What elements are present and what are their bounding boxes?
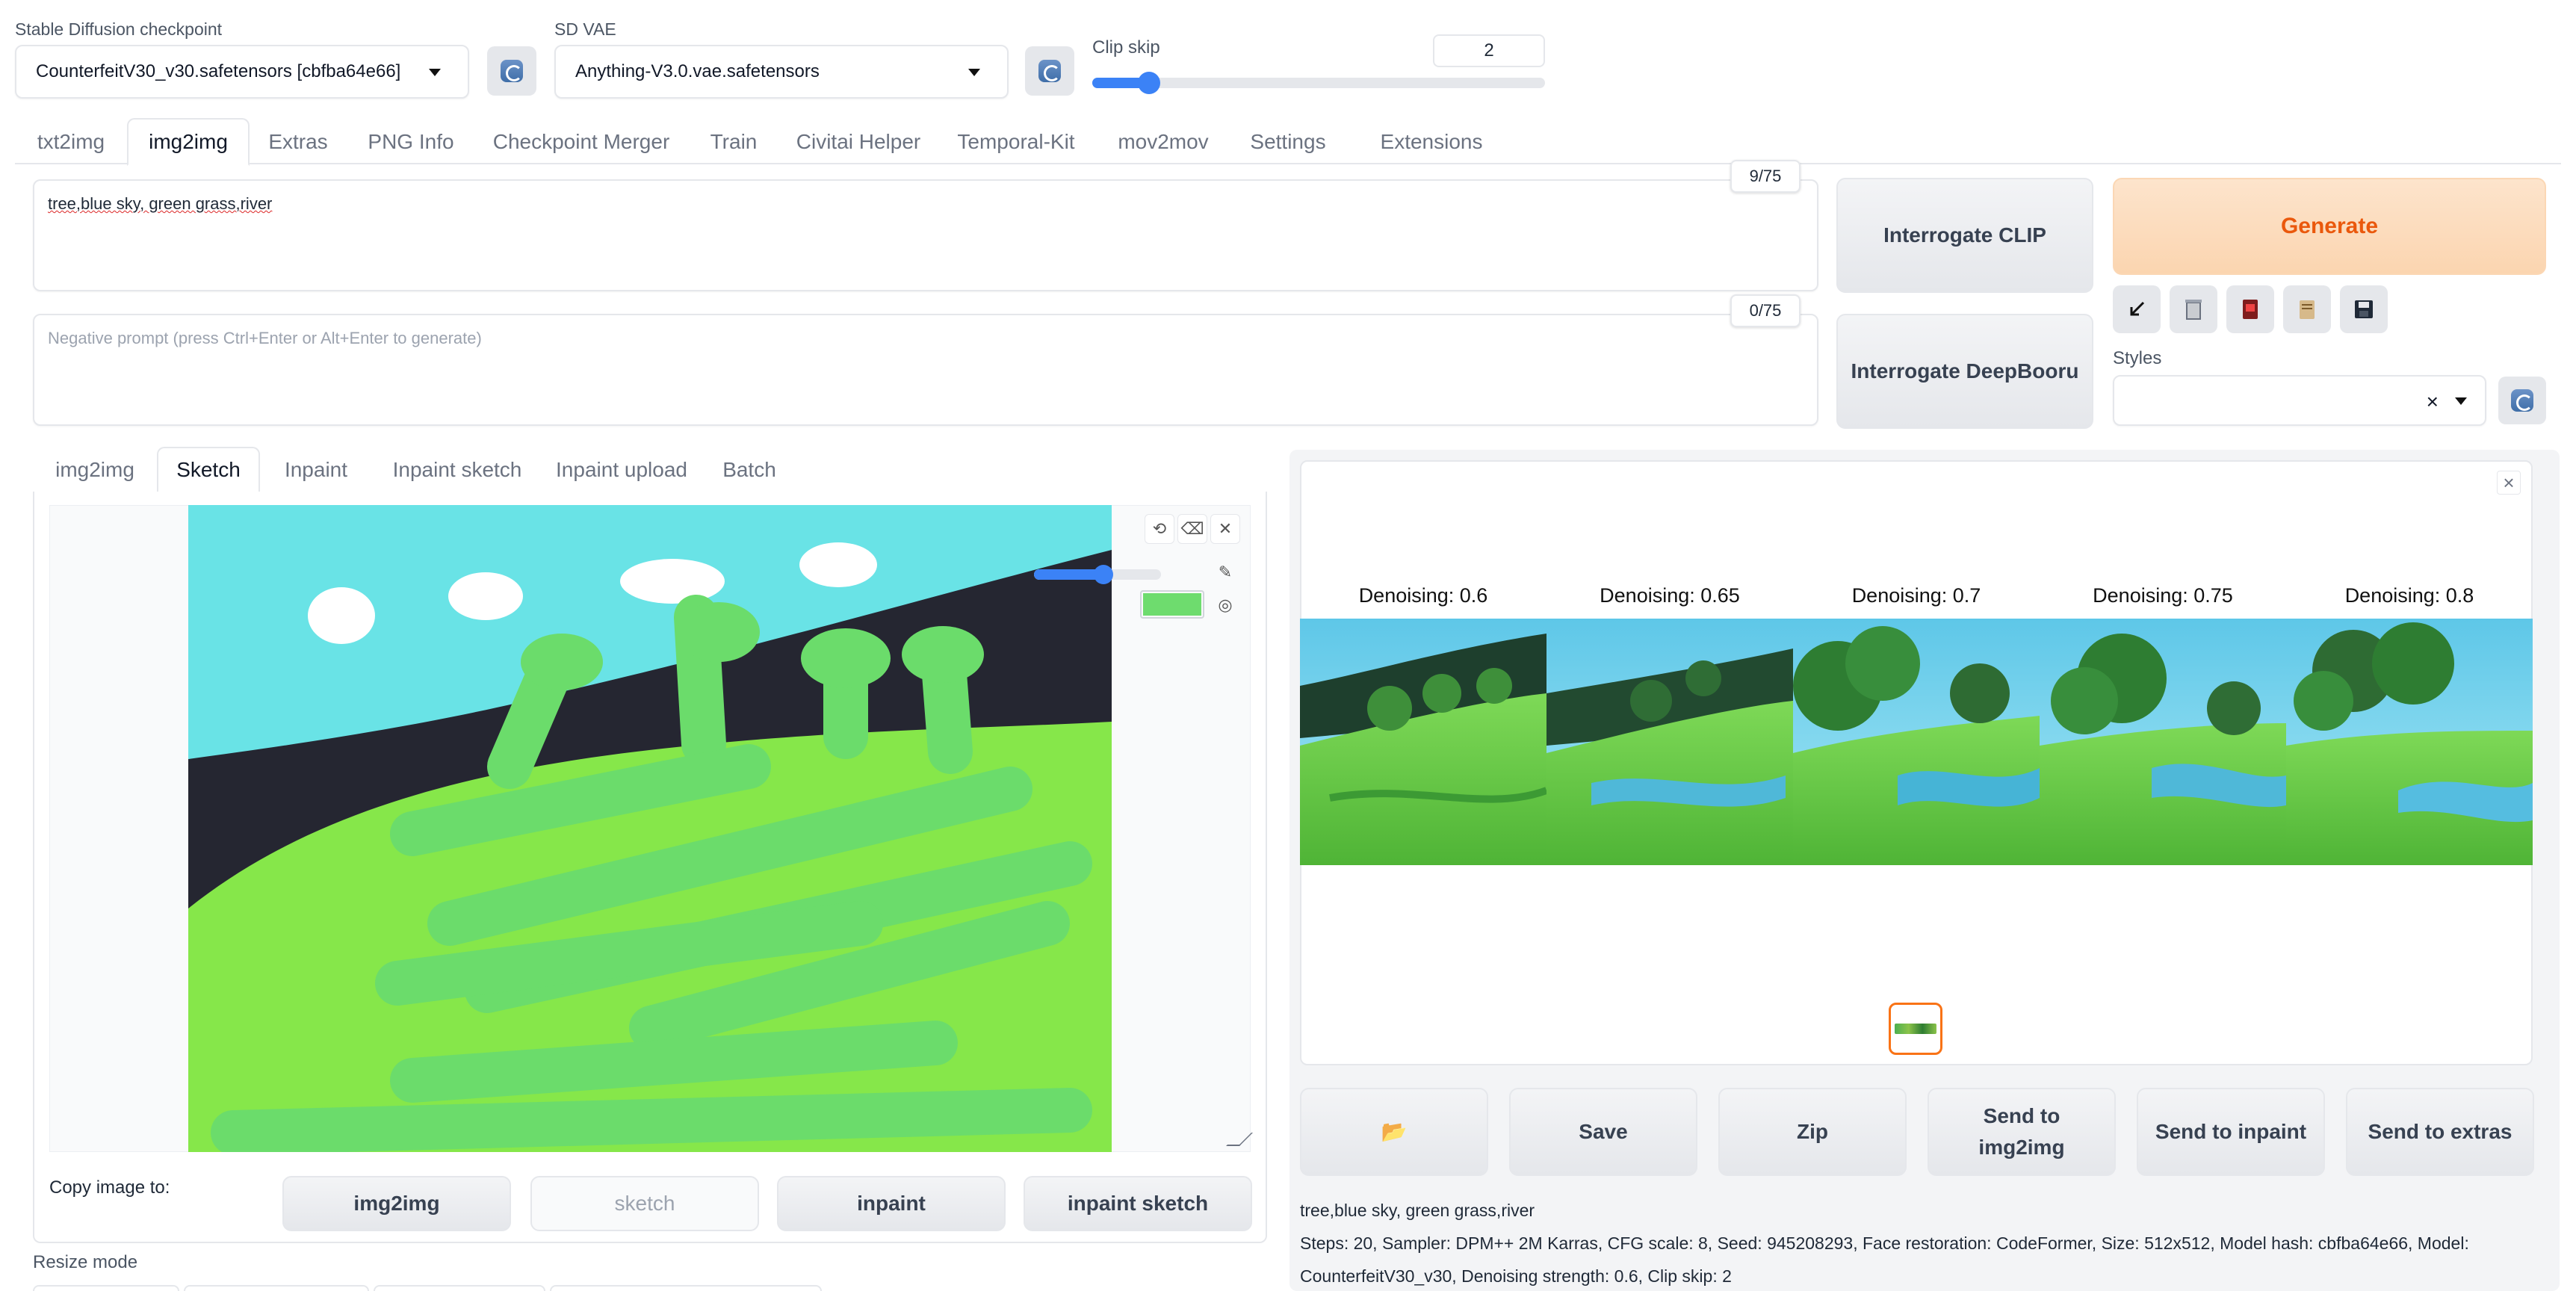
- copy-to-img2img-button[interactable]: img2img: [282, 1176, 511, 1231]
- checkpoint-select[interactable]: CounterfeitV30_v30.safetensors [cbfba64e…: [15, 45, 469, 99]
- grid-label: Denoising: 0.6: [1358, 584, 1488, 607]
- palette-icon[interactable]: ◎: [1210, 590, 1240, 620]
- clip-skip-slider[interactable]: [1092, 72, 1545, 94]
- tab-mov2mov[interactable]: mov2mov: [1095, 118, 1231, 166]
- close-gallery-icon[interactable]: ×: [2497, 471, 2521, 495]
- styles-label: Styles: [2113, 348, 2162, 368]
- copy-to-sketch-button[interactable]: sketch: [530, 1176, 759, 1231]
- brush-icon[interactable]: ✎: [1210, 557, 1240, 587]
- tab-img2img[interactable]: img2img: [127, 118, 250, 166]
- send-to-img2img-button[interactable]: Send to img2img: [1928, 1088, 2116, 1176]
- tab-png-info[interactable]: PNG Info: [347, 118, 475, 166]
- grid-label: Denoising: 0.65: [1600, 584, 1740, 607]
- folder-icon: 📂: [1381, 1120, 1408, 1143]
- vae-value: Anything-V3.0.vae.safetensors: [575, 61, 820, 81]
- save-button[interactable]: Save: [1509, 1088, 1697, 1176]
- vae-label: SD VAE: [554, 19, 616, 39]
- styles-select[interactable]: ×: [2113, 375, 2486, 426]
- brush-size-fill: [1034, 569, 1103, 580]
- save-icon[interactable]: [2340, 285, 2388, 333]
- subtab-img2img[interactable]: img2img: [33, 447, 157, 493]
- tab-civitai-helper[interactable]: Civitai Helper: [780, 118, 937, 166]
- resize-mode-label: Resize mode: [33, 1252, 138, 1272]
- chevron-down-icon: [429, 69, 441, 76]
- refresh-icon: [501, 60, 523, 82]
- eraser-icon[interactable]: ⌫: [1177, 514, 1207, 544]
- generate-button[interactable]: Generate: [2113, 178, 2546, 275]
- chevron-down-icon: [968, 69, 980, 76]
- tab-extensions[interactable]: Extensions: [1345, 118, 1518, 166]
- resize-mode-option[interactable]: [33, 1285, 179, 1291]
- tab-settings[interactable]: Settings: [1231, 118, 1345, 166]
- subtab-batch[interactable]: Batch: [701, 447, 798, 493]
- clip-skip-label: Clip skip: [1092, 37, 1160, 58]
- generation-info-prompt: tree,blue sky, green grass,river: [1300, 1201, 1535, 1220]
- gallery-thumbnail[interactable]: [1889, 1003, 1942, 1055]
- prompt-input[interactable]: tree,blue sky, green grass,river: [33, 179, 1818, 291]
- negative-token-counter: 0/75: [1730, 294, 1801, 327]
- clip-skip-handle[interactable]: [1137, 72, 1160, 94]
- copy-to-inpaint-sketch-button[interactable]: inpaint sketch: [1024, 1176, 1252, 1231]
- copy-image-label: Copy image to:: [49, 1177, 170, 1198]
- resize-mode-option[interactable]: [374, 1285, 545, 1291]
- subtab-inpaint-upload[interactable]: Inpaint upload: [542, 447, 701, 493]
- generation-info-params: Steps: 20, Sampler: DPM++ 2M Karras, CFG…: [1300, 1233, 2469, 1286]
- subtab-sketch[interactable]: Sketch: [157, 447, 260, 493]
- grid-label: Denoising: 0.7: [1851, 584, 1981, 607]
- thumbnail-image: [1895, 1024, 1936, 1034]
- send-to-extras-button[interactable]: Send to extras: [2346, 1088, 2534, 1176]
- clip-skip-input[interactable]: 2: [1433, 34, 1545, 67]
- resize-mode-option[interactable]: [550, 1285, 822, 1291]
- brush-color-fill: [1143, 593, 1201, 616]
- trash-icon[interactable]: [2170, 285, 2217, 333]
- brush-size-handle[interactable]: [1094, 565, 1113, 584]
- interrogate-deepbooru-button[interactable]: Interrogate DeepBooru: [1836, 314, 2093, 429]
- subtab-inpaint[interactable]: Inpaint: [260, 447, 372, 493]
- chevron-down-icon: [2455, 397, 2467, 405]
- refresh-styles-button[interactable]: [2498, 377, 2546, 424]
- tab-temporal-kit[interactable]: Temporal-Kit: [937, 118, 1095, 166]
- arrow-icon[interactable]: [2113, 285, 2161, 333]
- sketch-canvas[interactable]: [188, 505, 1112, 1152]
- clipboard-icon[interactable]: [2283, 285, 2331, 333]
- close-icon[interactable]: ✕: [1210, 514, 1240, 544]
- zip-button[interactable]: Zip: [1718, 1088, 1907, 1176]
- negative-prompt-input[interactable]: Negative prompt (press Ctrl+Enter or Alt…: [33, 314, 1818, 426]
- refresh-checkpoint-button[interactable]: [487, 46, 536, 96]
- prompt-token-counter: 9/75: [1730, 160, 1801, 193]
- copy-to-inpaint-button[interactable]: inpaint: [777, 1176, 1006, 1231]
- checkpoint-label: Stable Diffusion checkpoint: [15, 19, 223, 39]
- checkpoint-value: CounterfeitV30_v30.safetensors [cbfba64e…: [36, 61, 401, 81]
- tab-train[interactable]: Train: [687, 118, 780, 166]
- refresh-icon: [2511, 389, 2533, 412]
- undo-icon[interactable]: ⟲: [1145, 514, 1174, 544]
- send-to-inpaint-button[interactable]: Send to inpaint: [2137, 1088, 2325, 1176]
- grid-label: Denoising: 0.75: [2093, 584, 2233, 607]
- interrogate-clip-button[interactable]: Interrogate CLIP: [1836, 178, 2093, 293]
- grid-label: Denoising: 0.8: [2344, 584, 2474, 607]
- generated-image-grid[interactable]: [1300, 619, 2533, 865]
- vae-select[interactable]: Anything-V3.0.vae.safetensors: [554, 45, 1009, 99]
- refresh-vae-button[interactable]: [1025, 46, 1074, 96]
- brush-color-swatch[interactable]: [1140, 590, 1204, 619]
- subtab-inpaint-sketch[interactable]: Inpaint sketch: [372, 447, 542, 493]
- open-folder-button[interactable]: 📂: [1300, 1088, 1488, 1176]
- refresh-icon: [1038, 60, 1061, 82]
- tab-txt2img[interactable]: txt2img: [15, 118, 127, 166]
- resize-mode-option[interactable]: [184, 1285, 369, 1291]
- clear-styles-icon[interactable]: ×: [2427, 390, 2439, 414]
- negative-prompt-placeholder: Negative prompt (press Ctrl+Enter or Alt…: [48, 329, 482, 347]
- tab-checkpoint-merger[interactable]: Checkpoint Merger: [475, 118, 687, 166]
- brush-size-slider[interactable]: [1034, 565, 1161, 584]
- prompt-text: tree,blue sky, green grass,river: [48, 194, 273, 213]
- card-icon[interactable]: [2226, 285, 2274, 333]
- tab-extras[interactable]: Extras: [250, 118, 347, 166]
